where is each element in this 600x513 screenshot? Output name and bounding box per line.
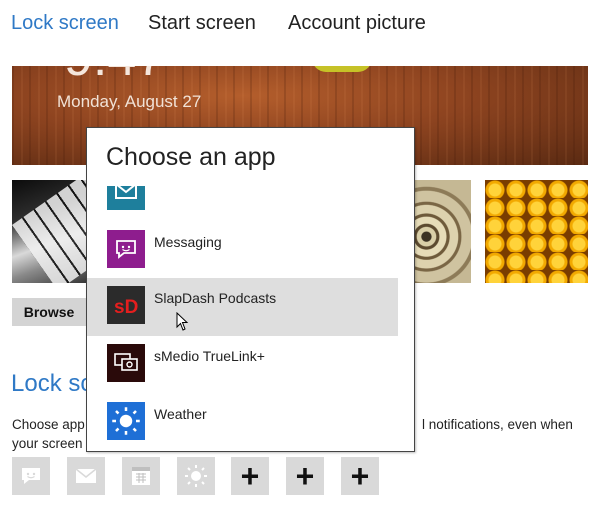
app-item-label: SlapDash Podcasts xyxy=(154,290,277,306)
lock-app-slot-messaging[interactable] xyxy=(12,457,50,495)
truelink-icon xyxy=(107,344,145,382)
messaging-icon xyxy=(22,468,40,484)
description-line-1-end: l notifications, even when xyxy=(422,417,573,432)
mail-icon xyxy=(75,468,97,483)
tab-account-picture[interactable]: Account picture xyxy=(288,12,426,35)
tab-lock-screen[interactable]: Lock screen xyxy=(11,12,119,35)
preview-date: Monday, August 27 xyxy=(57,92,202,111)
description-line-2: your screen xyxy=(12,436,83,451)
lock-app-slot-weather[interactable] xyxy=(177,457,215,495)
browse-button[interactable]: Browse xyxy=(12,298,86,326)
preview-time: 9:47 xyxy=(64,66,165,88)
tab-start-screen[interactable]: Start screen xyxy=(148,12,256,35)
weather-icon xyxy=(185,465,207,487)
slapdash-icon: sD xyxy=(107,286,145,324)
add-lock-app-button[interactable]: + xyxy=(231,457,269,495)
messaging-icon xyxy=(107,230,145,268)
lock-app-slot-calendar[interactable] xyxy=(122,457,160,495)
app-item-label: sMedio TrueLink+ xyxy=(154,348,265,364)
svg-text:sD: sD xyxy=(114,297,138,318)
background-thumbnail-honeycomb[interactable] xyxy=(485,180,588,283)
app-item-mail[interactable] xyxy=(87,186,414,222)
dialog-title: Choose an app xyxy=(106,143,276,171)
app-item-slapdash-podcasts[interactable]: sD SlapDash Podcasts xyxy=(87,278,398,336)
add-lock-app-button[interactable]: + xyxy=(286,457,324,495)
app-item-messaging[interactable]: Messaging xyxy=(87,222,414,280)
lock-app-slot-mail[interactable] xyxy=(67,457,105,495)
app-item-smedio-truelink[interactable]: sMedio TrueLink+ xyxy=(87,336,414,394)
add-lock-app-button[interactable]: + xyxy=(341,457,379,495)
settings-tabs: Lock screen Start screen Account picture xyxy=(0,0,600,50)
app-item-label: Weather xyxy=(154,406,207,422)
app-item-weather[interactable]: Weather xyxy=(87,394,414,451)
app-list[interactable]: Messaging sD SlapDash Podcasts sMedio Tr… xyxy=(87,186,414,451)
mail-icon xyxy=(107,186,145,210)
weather-icon xyxy=(107,402,145,440)
description-line-1-start: Choose app xyxy=(12,417,85,432)
honeycomb-image xyxy=(485,180,588,283)
calendar-icon xyxy=(132,467,150,485)
app-item-label: Messaging xyxy=(154,234,222,250)
choose-app-dialog: Choose an app Messaging sD SlapDash Podc… xyxy=(86,127,415,452)
